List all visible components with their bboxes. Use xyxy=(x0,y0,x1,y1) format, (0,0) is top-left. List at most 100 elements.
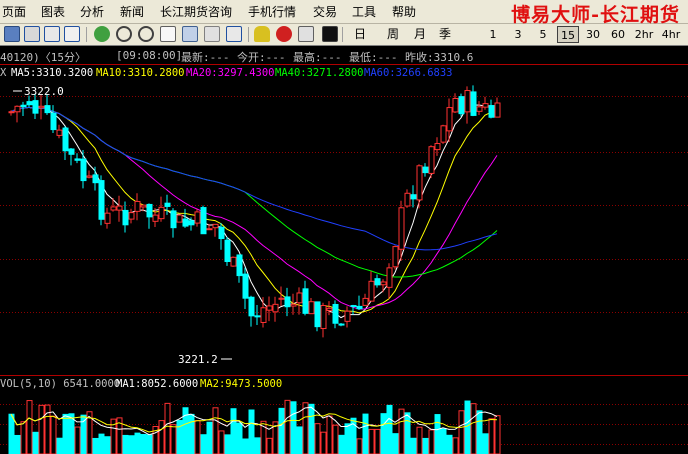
candle-down xyxy=(80,158,87,182)
menu-mobile-quotes[interactable]: 手机行情 xyxy=(248,3,296,20)
candle-down xyxy=(236,254,243,277)
ma-lines xyxy=(10,104,498,319)
volume-bar xyxy=(290,401,297,454)
candle-down xyxy=(338,323,345,326)
table-icon[interactable] xyxy=(44,26,60,42)
menu-trade[interactable]: 交易 xyxy=(313,3,337,20)
candle-down xyxy=(302,288,309,314)
zoom-out-icon[interactable] xyxy=(138,26,154,42)
volume-bar xyxy=(26,400,33,454)
toolbar-separator xyxy=(248,27,249,42)
lightning-icon[interactable] xyxy=(322,26,338,42)
quote-latest: 最新:--- xyxy=(181,51,230,64)
ma40-value: MA40:3271.2800 xyxy=(275,67,364,79)
volume-bar xyxy=(230,408,237,454)
volume-bar xyxy=(434,414,441,454)
candle-up xyxy=(296,292,303,304)
volume-bar xyxy=(368,428,375,454)
volume-bar xyxy=(98,433,105,454)
volume-bar xyxy=(374,428,381,454)
zoom-in-icon[interactable] xyxy=(116,26,132,42)
menu-page[interactable]: 页面 xyxy=(2,3,26,20)
volume-bar xyxy=(74,426,81,454)
menu-chart[interactable]: 图表 xyxy=(41,3,65,20)
period-week[interactable]: 周 xyxy=(383,26,403,43)
period-month[interactable]: 月 xyxy=(410,26,430,43)
candle-up xyxy=(434,143,441,151)
back-icon[interactable] xyxy=(204,26,220,42)
period-15m[interactable]: 15 xyxy=(557,26,579,43)
candle-down xyxy=(470,91,477,116)
menu-tools[interactable]: 工具 xyxy=(352,3,376,20)
volume-bar xyxy=(320,431,327,454)
volume-bar xyxy=(332,424,339,454)
quote-info-bar: 40120)〈15分〉 [09:08:00] 最新:--- 今开:--- 最高:… xyxy=(0,47,688,64)
period-day[interactable]: 日 xyxy=(350,26,370,43)
list-icon[interactable] xyxy=(24,26,40,42)
volume-bar xyxy=(422,437,429,454)
draw-line-icon[interactable] xyxy=(298,26,314,42)
menu-news[interactable]: 新闻 xyxy=(120,3,144,20)
refresh-icon[interactable] xyxy=(94,26,110,42)
volume-bar xyxy=(260,420,267,454)
compare-icon[interactable] xyxy=(160,26,176,42)
candle-down xyxy=(44,105,51,114)
ma10-value: MA10:3310.2800 xyxy=(96,67,185,79)
period-2hr[interactable]: 2hr xyxy=(631,26,657,43)
vol-ma1-line xyxy=(10,406,498,436)
quote-prev-close: 昨收:3310.6 xyxy=(405,51,474,64)
volume-bar xyxy=(428,429,435,454)
candle-up xyxy=(368,280,375,302)
volume-bar xyxy=(218,430,225,454)
volume-bar xyxy=(404,412,411,454)
candle-down xyxy=(488,105,495,118)
menu-futures-consult[interactable]: 长江期货咨询 xyxy=(160,3,232,20)
forward-icon[interactable] xyxy=(226,26,242,42)
volume-bar xyxy=(140,433,147,454)
high-price-label: 3322.0 xyxy=(24,85,64,98)
stop-icon[interactable] xyxy=(276,26,292,42)
ma20-value: MA20:3297.4300 xyxy=(186,67,275,79)
candle-down xyxy=(356,305,363,310)
period-5m[interactable]: 5 xyxy=(534,26,552,43)
candle-up xyxy=(416,165,423,201)
candle-up xyxy=(308,301,315,315)
candle-down xyxy=(188,220,195,226)
candle-down xyxy=(284,296,291,308)
candle-up xyxy=(158,206,165,220)
candle-down xyxy=(20,104,27,108)
period-30m[interactable]: 30 xyxy=(582,26,604,43)
volume-bar xyxy=(344,423,351,454)
window-icon[interactable] xyxy=(4,26,20,42)
volume-bar xyxy=(68,413,75,454)
quote-low: 最低:--- xyxy=(349,51,398,64)
candle-up xyxy=(272,303,279,313)
candle-up xyxy=(476,106,483,112)
candle-up xyxy=(116,205,123,211)
candle-up xyxy=(446,107,453,132)
vol-label: VOL(5,10) 6541.0000 xyxy=(0,378,121,390)
period-4hr[interactable]: 4hr xyxy=(658,26,684,43)
grid-icon[interactable] xyxy=(182,26,198,42)
period-1m[interactable]: 1 xyxy=(484,26,502,43)
candle-down xyxy=(458,96,465,115)
period-3m[interactable]: 3 xyxy=(509,26,527,43)
candle-up xyxy=(140,204,147,208)
period-quarter[interactable]: 季 xyxy=(435,26,455,43)
volume-bar xyxy=(224,434,231,454)
report-icon[interactable] xyxy=(64,26,80,42)
candle-up xyxy=(56,129,63,136)
candle-up xyxy=(278,297,285,300)
quote-open: 今开:--- xyxy=(237,51,286,64)
menu-analysis[interactable]: 分析 xyxy=(80,3,104,20)
period-60m[interactable]: 60 xyxy=(607,26,629,43)
menu-help[interactable]: 帮助 xyxy=(392,3,416,20)
volume-bar xyxy=(56,437,63,454)
brand-title: 博易大师-长江期货 xyxy=(511,4,680,26)
candle-up xyxy=(494,102,501,118)
candle-up xyxy=(404,192,411,207)
candle-down xyxy=(410,194,417,200)
candle-down xyxy=(170,210,177,229)
candle-down xyxy=(32,100,39,114)
alarm-bell-icon[interactable] xyxy=(254,26,270,42)
